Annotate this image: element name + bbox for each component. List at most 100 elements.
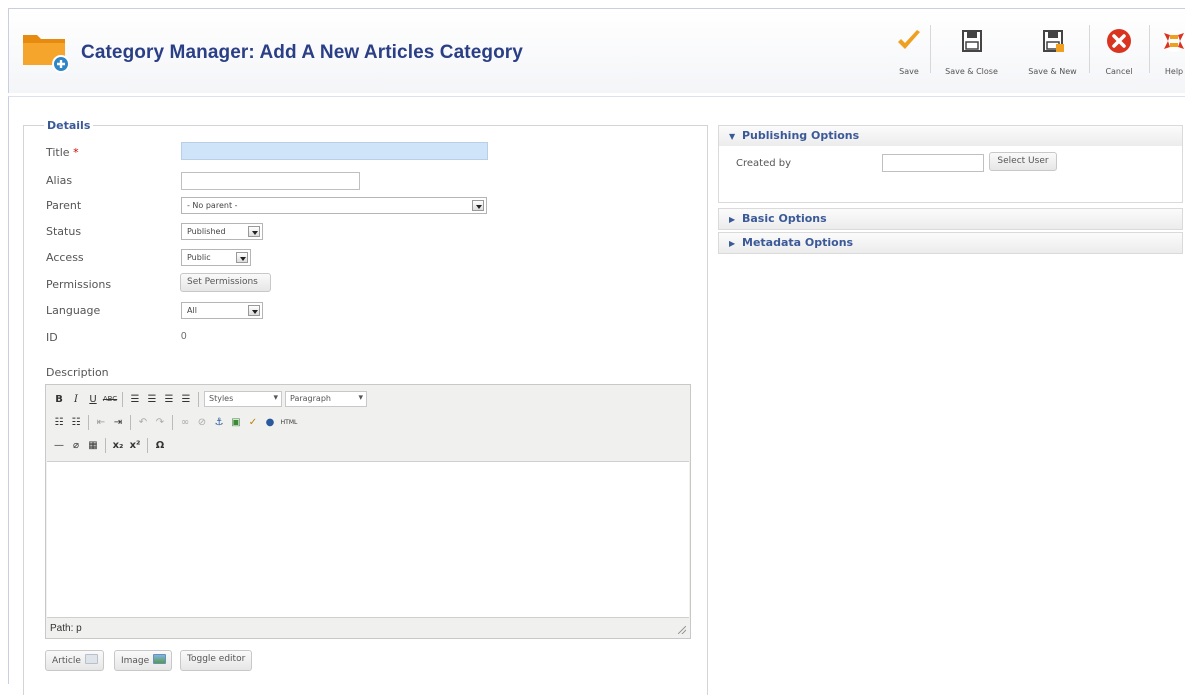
superscript-icon[interactable]: x² (128, 438, 142, 452)
caret-right-icon: ▶ (729, 239, 736, 248)
save-and-new-button[interactable]: Save & New (1020, 21, 1085, 83)
details-legend: Details (44, 119, 94, 132)
language-label: Language (46, 304, 101, 317)
page-title: Category Manager: Add A New Articles Cat… (81, 42, 523, 63)
editor-content-area[interactable] (47, 461, 689, 618)
subscript-icon[interactable]: x₂ (111, 438, 125, 452)
link-icon[interactable]: ∞ (178, 415, 192, 429)
save-and-close-button[interactable]: Save & Close (939, 21, 1004, 83)
editor-toolbar-row-3: — ⌀ ▦ x₂ x² Ω (52, 435, 167, 455)
set-permissions-button[interactable]: Set Permissions (180, 273, 271, 292)
horizontal-rule-icon[interactable]: — (52, 438, 66, 452)
status-label: Status (46, 225, 82, 238)
editor-toolbar-row-2: ☷ ☷ ⇤ ⇥ ↶ ↷ ∞ ⊘ ⚓ ▣ ✓ ● HTML (52, 412, 298, 432)
special-character-icon[interactable]: Ω (153, 438, 167, 452)
lifebuoy-help-icon (1163, 30, 1185, 52)
toolbar-divider (147, 437, 148, 453)
editor-toolbar-row-1: B I U ABC ☰ ☰ ☰ ☰ Styles Paragraph (52, 389, 367, 409)
html-source-icon[interactable]: HTML (280, 415, 298, 429)
visual-aid-icon[interactable]: ▦ (86, 438, 100, 452)
toolbar-divider (930, 25, 931, 73)
access-select-value: Public (187, 253, 211, 262)
created-by-label: Created by (736, 158, 792, 169)
basic-options-title: Basic Options (742, 212, 827, 225)
align-right-icon[interactable]: ☰ (162, 392, 176, 406)
parent-label: Parent (46, 199, 82, 212)
access-select[interactable]: Public (181, 249, 251, 266)
status-select-value: Published (187, 227, 226, 236)
caret-down-icon: ▼ (729, 132, 736, 141)
select-user-button[interactable]: Select User (989, 152, 1057, 171)
outdent-icon[interactable]: ⇤ (94, 415, 108, 429)
redo-icon[interactable]: ↷ (153, 415, 167, 429)
caret-right-icon: ▶ (729, 215, 736, 224)
format-select[interactable]: Paragraph (285, 391, 367, 407)
editor-path: Path: p (50, 623, 82, 634)
cancel-label: Cancel (1105, 67, 1133, 76)
underline-icon[interactable]: U (86, 392, 100, 406)
dropdown-arrow-icon (248, 226, 260, 237)
category-folder-add-icon (23, 35, 69, 73)
floppy-disk-new-icon (1042, 30, 1064, 52)
cancel-button[interactable]: Cancel (1097, 21, 1141, 83)
publishing-options-title: Publishing Options (742, 129, 860, 142)
help-label: Help (1164, 67, 1184, 76)
bold-icon[interactable]: B (52, 392, 66, 406)
undo-icon[interactable]: ↶ (136, 415, 150, 429)
toolbar-divider (122, 391, 123, 407)
strikethrough-icon[interactable]: ABC (103, 392, 117, 406)
floppy-disk-icon (961, 30, 982, 52)
article-icon (84, 654, 98, 664)
save-label: Save (899, 67, 919, 76)
italic-icon[interactable]: I (69, 392, 83, 406)
save-button[interactable]: Save (894, 21, 924, 83)
description-label: Description (46, 366, 109, 379)
checkmark-icon (898, 30, 920, 49)
status-select[interactable]: Published (181, 223, 263, 240)
alias-input[interactable] (181, 172, 360, 190)
toolbar-divider (1089, 25, 1090, 73)
basic-options-header[interactable]: ▶ Basic Options (719, 209, 1182, 229)
publishing-options-pane: ▼ Publishing Options Created by Select Us… (718, 125, 1183, 203)
toolbar-divider (130, 414, 131, 430)
help-button[interactable]: Help (1159, 21, 1185, 83)
cleanup-icon[interactable]: ✓ (246, 415, 260, 429)
remove-format-icon[interactable]: ⌀ (69, 438, 83, 452)
toolbar-divider (198, 391, 199, 407)
publishing-options-header[interactable]: ▼ Publishing Options (719, 126, 1182, 146)
parent-select[interactable]: - No parent - (181, 197, 487, 214)
article-button[interactable]: Article (45, 650, 104, 671)
parent-select-value: - No parent - (187, 201, 238, 210)
resize-grip-icon[interactable] (678, 626, 686, 634)
metadata-options-pane: ▶ Metadata Options (718, 232, 1183, 254)
anchor-icon[interactable]: ⚓ (212, 415, 226, 429)
image-button-label: Image (121, 656, 150, 666)
insert-image-icon[interactable]: ▣ (229, 415, 243, 429)
align-center-icon[interactable]: ☰ (145, 392, 159, 406)
title-label: Title * (46, 146, 79, 159)
metadata-options-title: Metadata Options (742, 236, 854, 249)
article-button-label: Article (52, 656, 81, 666)
created-by-input[interactable] (882, 154, 984, 172)
unlink-icon[interactable]: ⊘ (195, 415, 209, 429)
save-and-new-label: Save & New (1028, 67, 1077, 76)
align-justify-icon[interactable]: ☰ (179, 392, 193, 406)
toolbar-divider (172, 414, 173, 430)
unordered-list-icon[interactable]: ☷ (52, 415, 66, 429)
id-value: 0 (181, 331, 187, 342)
help-circle-icon[interactable]: ● (263, 415, 277, 429)
ordered-list-icon[interactable]: ☷ (69, 415, 83, 429)
indent-icon[interactable]: ⇥ (111, 415, 125, 429)
dropdown-arrow-icon (248, 305, 260, 316)
toolbar-divider (1149, 25, 1150, 73)
image-button[interactable]: Image (114, 650, 172, 671)
metadata-options-header[interactable]: ▶ Metadata Options (719, 233, 1182, 253)
title-input[interactable] (181, 142, 488, 160)
dropdown-arrow-icon (236, 252, 248, 263)
language-select[interactable]: All (181, 302, 263, 319)
basic-options-pane: ▶ Basic Options (718, 208, 1183, 230)
styles-select[interactable]: Styles (204, 391, 282, 407)
toggle-editor-button[interactable]: Toggle editor (180, 650, 252, 671)
toolbar-divider (88, 414, 89, 430)
align-left-icon[interactable]: ☰ (128, 392, 142, 406)
